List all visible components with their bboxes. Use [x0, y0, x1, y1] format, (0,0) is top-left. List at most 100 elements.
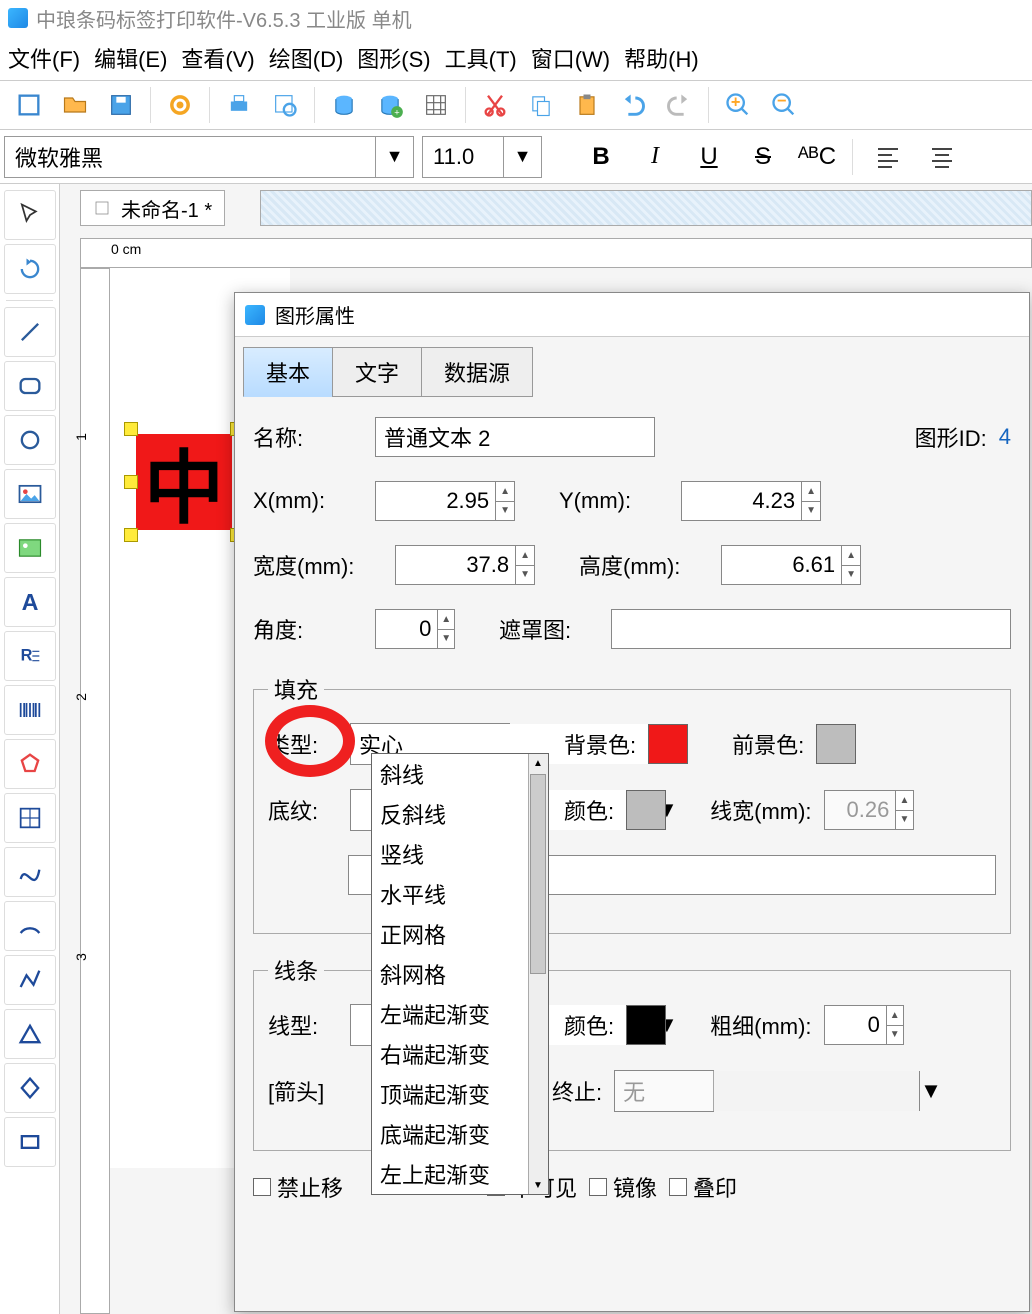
menu-bar: 文件(F) 编辑(E) 查看(V) 绘图(D) 图形(S) 工具(T) 窗口(W… — [0, 36, 1032, 80]
name-input[interactable] — [375, 417, 655, 457]
grid-icon[interactable] — [415, 84, 457, 126]
pattern-color-swatch[interactable] — [626, 790, 666, 830]
dropdown-item[interactable]: 斜线 — [372, 754, 548, 794]
align-center-icon[interactable] — [919, 134, 965, 180]
dropdown-item[interactable]: 右端起渐变 — [372, 1034, 548, 1074]
image-tool-icon[interactable] — [4, 469, 56, 519]
curve-tool-icon[interactable] — [4, 847, 56, 897]
angle-spinner[interactable]: ▲▼ — [375, 609, 455, 649]
dropdown-item[interactable]: 反斜线 — [372, 794, 548, 834]
svg-text:+: + — [731, 93, 741, 111]
dropdown-item[interactable]: 斜网格 — [372, 954, 548, 994]
overprint-checkbox[interactable]: 叠印 — [669, 1171, 737, 1203]
selected-object[interactable]: 中 — [124, 422, 244, 542]
zoom-out-icon[interactable]: − — [763, 84, 805, 126]
rect-tool-icon[interactable] — [4, 1117, 56, 1167]
label-linewidth: 线宽(mm): — [710, 794, 811, 826]
new-icon[interactable] — [8, 84, 50, 126]
tab-strip — [260, 190, 1032, 226]
mirror-checkbox[interactable]: 镜像 — [589, 1171, 657, 1203]
settings-icon[interactable] — [159, 84, 201, 126]
diamond-tool-icon[interactable] — [4, 1063, 56, 1113]
x-spinner[interactable]: ▲▼ — [375, 481, 515, 521]
arc-tool-icon[interactable] — [4, 901, 56, 951]
menu-draw[interactable]: 绘图(D) — [269, 42, 344, 74]
height-spinner[interactable]: ▲▼ — [721, 545, 861, 585]
arrow-end-select[interactable]: ▼ — [614, 1070, 714, 1112]
mask-input[interactable] — [611, 609, 1011, 649]
linewidth-spinner[interactable]: ▲▼ — [824, 790, 914, 830]
polygon-tool-icon[interactable] — [4, 739, 56, 789]
chevron-down-icon[interactable]: ▼ — [503, 137, 541, 177]
svg-text:+: + — [394, 108, 399, 118]
font-size-select[interactable]: 11.0 ▼ — [422, 136, 542, 178]
zoom-in-icon[interactable]: + — [717, 84, 759, 126]
tab-datasource[interactable]: 数据源 — [421, 347, 533, 397]
table-tool-icon[interactable] — [4, 793, 56, 843]
paste-icon[interactable] — [566, 84, 608, 126]
ruler-horizontal: 0 cm — [80, 238, 1032, 268]
tab-text[interactable]: 文字 — [332, 347, 422, 397]
text-format-button[interactable]: ᴬᴮC — [794, 134, 840, 180]
scrollbar[interactable]: ▲ ▼ — [528, 754, 548, 1194]
thickness-spinner[interactable]: ▲▼ — [824, 1005, 904, 1045]
redo-icon[interactable] — [658, 84, 700, 126]
chevron-down-icon[interactable]: ▼ — [375, 137, 413, 177]
database-icon[interactable] — [323, 84, 365, 126]
ellipse-tool-icon[interactable] — [4, 415, 56, 465]
menu-tool[interactable]: 工具(T) — [445, 42, 517, 74]
dropdown-item[interactable]: 左端起渐变 — [372, 994, 548, 1034]
menu-edit[interactable]: 编辑(E) — [94, 42, 167, 74]
line-color-swatch[interactable] — [626, 1005, 666, 1045]
svg-text:R: R — [20, 647, 32, 665]
richtext-tool-icon[interactable]: R — [4, 631, 56, 681]
line-tool-icon[interactable] — [4, 307, 56, 357]
font-name-select[interactable]: 微软雅黑 ▼ — [4, 136, 414, 178]
undo-icon[interactable] — [612, 84, 654, 126]
database-add-icon[interactable]: + — [369, 84, 411, 126]
menu-window[interactable]: 窗口(W) — [531, 42, 610, 74]
y-spinner[interactable]: ▲▼ — [681, 481, 821, 521]
bg-color-swatch[interactable] — [648, 724, 688, 764]
dropdown-item[interactable]: 底端起渐变 — [372, 1114, 548, 1154]
dropdown-item[interactable]: 正网格 — [372, 914, 548, 954]
dropdown-item[interactable]: 顶端起渐变 — [372, 1074, 548, 1114]
copy-icon[interactable] — [520, 84, 562, 126]
underline-button[interactable]: U — [686, 134, 732, 180]
cut-icon[interactable] — [474, 84, 516, 126]
strikethrough-button[interactable]: S — [740, 134, 786, 180]
width-spinner[interactable]: ▲▼ — [395, 545, 535, 585]
label-thickness: 粗细(mm): — [710, 1009, 811, 1041]
align-left-icon[interactable] — [865, 134, 911, 180]
save-icon[interactable] — [100, 84, 142, 126]
rounded-rect-tool-icon[interactable] — [4, 361, 56, 411]
select-tool-icon[interactable] — [4, 190, 56, 240]
picture-tool-icon[interactable] — [4, 523, 56, 573]
dropdown-item[interactable]: 左上起渐变 — [372, 1154, 548, 1194]
open-icon[interactable] — [54, 84, 96, 126]
polyline-tool-icon[interactable] — [4, 955, 56, 1005]
preview-icon[interactable] — [264, 84, 306, 126]
menu-shape[interactable]: 图形(S) — [357, 42, 430, 74]
fg-color-swatch[interactable] — [816, 724, 856, 764]
dropdown-item[interactable]: 水平线 — [372, 874, 548, 914]
no-move-checkbox[interactable]: 禁止移 — [253, 1171, 343, 1203]
italic-button[interactable]: I — [632, 134, 678, 180]
dropdown-item[interactable]: 竖线 — [372, 834, 548, 874]
print-icon[interactable] — [218, 84, 260, 126]
text-tool-icon[interactable]: A — [4, 577, 56, 627]
label-shape-id: 图形ID: — [915, 421, 987, 453]
rotate-tool-icon[interactable] — [4, 244, 56, 294]
label-y: Y(mm): — [559, 488, 669, 514]
menu-file[interactable]: 文件(F) — [8, 42, 80, 74]
barcode-tool-icon[interactable] — [4, 685, 56, 735]
document-tab[interactable]: 未命名-1 * — [80, 190, 225, 226]
bold-button[interactable]: B — [578, 134, 624, 180]
tab-basic[interactable]: 基本 — [243, 347, 333, 397]
tool-palette: A R — [0, 184, 60, 1314]
label-bgcolor: 背景色: — [564, 728, 636, 760]
menu-view[interactable]: 查看(V) — [181, 42, 254, 74]
triangle-tool-icon[interactable] — [4, 1009, 56, 1059]
fill-type-dropdown[interactable]: 斜线 反斜线 竖线 水平线 正网格 斜网格 左端起渐变 右端起渐变 顶端起渐变 … — [371, 753, 549, 1195]
menu-help[interactable]: 帮助(H) — [624, 42, 699, 74]
